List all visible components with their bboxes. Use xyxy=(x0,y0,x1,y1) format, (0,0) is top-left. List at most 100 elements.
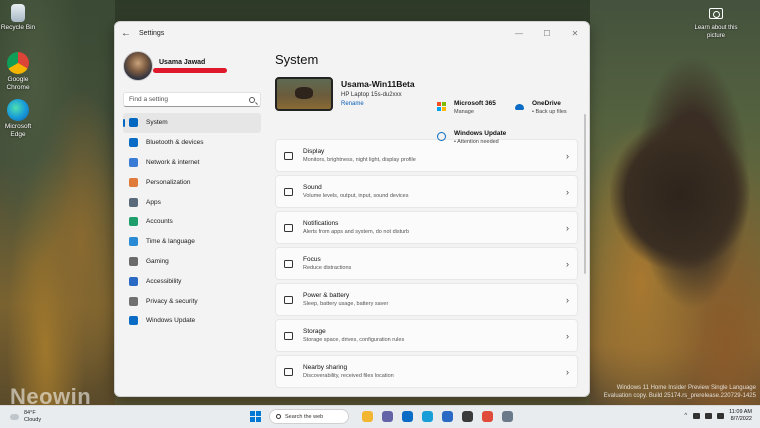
desktop-icon-edge[interactable]: Microsoft Edge xyxy=(0,99,38,139)
microsoft-365-icon xyxy=(437,102,446,111)
search-placeholder: Find a setting xyxy=(129,96,169,103)
battery-icon[interactable] xyxy=(717,413,725,419)
sidebar-item-label: Bluetooth & devices xyxy=(146,139,204,147)
chrome-icon xyxy=(7,52,29,74)
taskbar-search[interactable]: Search the web xyxy=(269,409,349,424)
sidebar-item-label: Time & language xyxy=(146,238,195,246)
desktop-icon-chrome[interactable]: Google Chrome xyxy=(0,52,38,92)
chevron-right-icon: › xyxy=(566,150,569,161)
chevron-right-icon: › xyxy=(566,366,569,377)
desktop-thumbnail[interactable] xyxy=(275,77,333,111)
settings-window: ← Settings — ☐ ✕ Usama Jawad Find a sett… xyxy=(114,21,590,397)
settings-row-notifications[interactable]: Notifications Alerts from apps and system… xyxy=(275,211,578,244)
sidebar-item-windows-update[interactable]: Windows Update xyxy=(123,311,261,331)
close-button[interactable]: ✕ xyxy=(561,29,589,38)
sidebar-item-accounts[interactable]: Accounts xyxy=(123,212,261,232)
store-icon[interactable] xyxy=(441,411,453,422)
taskbar-center: Search the web xyxy=(250,409,517,424)
row-title: Nearby sharing xyxy=(303,364,348,371)
microsoft-365-link[interactable]: Microsoft 365 Manage xyxy=(437,100,496,115)
accounts-icon xyxy=(129,217,138,227)
nearby-sharing-icon xyxy=(284,367,293,376)
sidebar-item-privacy-security[interactable]: Privacy & security xyxy=(123,291,261,311)
system-icon xyxy=(129,118,138,128)
wifi-icon[interactable] xyxy=(693,413,701,419)
learn-about-picture[interactable]: Learn about this picture xyxy=(690,8,742,40)
search-icon xyxy=(276,414,281,419)
settings-row-nearby-sharing[interactable]: Nearby sharing Discoverability, received … xyxy=(275,355,578,388)
minimize-button[interactable]: — xyxy=(505,29,533,38)
volume-icon[interactable] xyxy=(705,413,713,419)
gaming-icon xyxy=(129,256,138,266)
chrome-icon[interactable] xyxy=(481,411,493,422)
sidebar-item-network-internet[interactable]: Network & internet xyxy=(123,153,261,173)
sidebar-item-bluetooth-devices[interactable]: Bluetooth & devices xyxy=(123,133,261,153)
settings-list: Display Monitors, brightness, night light… xyxy=(275,139,578,396)
windows-update-icon xyxy=(129,316,138,326)
sidebar: Usama Jawad Find a setting System Bluetoo… xyxy=(115,44,265,396)
settings-row-focus[interactable]: Focus Reduce distractions › xyxy=(275,247,578,280)
sidebar-item-label: Accessibility xyxy=(146,277,182,285)
avatar xyxy=(123,51,153,81)
main-content: System Usama-Win11Beta HP Laptop 15s-du2… xyxy=(275,44,589,396)
system-tray: ^ 11:09 AM 8/7/2022 xyxy=(684,409,752,423)
mail-icon[interactable] xyxy=(401,411,413,422)
title-bar: ← Settings — ☐ ✕ xyxy=(115,22,589,44)
show-hidden-icons-button[interactable]: ^ xyxy=(684,413,687,419)
desktop-icon-recycle-bin[interactable]: Recycle Bin xyxy=(0,4,38,32)
windows-update-link[interactable]: Windows Update • Attention needed xyxy=(437,130,506,145)
row-subtitle: Monitors, brightness, night light, displ… xyxy=(303,157,416,163)
apps-icon xyxy=(129,197,138,207)
sidebar-item-apps[interactable]: Apps xyxy=(123,192,261,212)
chevron-right-icon: › xyxy=(566,186,569,197)
settings-icon[interactable] xyxy=(501,411,513,422)
power-battery-icon xyxy=(284,295,293,304)
rename-link[interactable]: Rename xyxy=(341,101,415,107)
network-internet-icon xyxy=(129,157,138,167)
display-icon xyxy=(284,151,293,160)
maximize-button[interactable]: ☐ xyxy=(533,29,561,38)
window-controls: — ☐ ✕ xyxy=(505,29,589,38)
sidebar-item-personalization[interactable]: Personalization xyxy=(123,172,261,192)
focus-icon xyxy=(284,259,293,268)
sidebar-item-accessibility[interactable]: Accessibility xyxy=(123,271,261,291)
sidebar-item-label: Accounts xyxy=(146,218,173,226)
clock[interactable]: 11:09 AM 8/7/2022 xyxy=(729,409,752,423)
weather-temp: 84°F xyxy=(24,410,36,416)
settings-row-power-battery[interactable]: Power & battery Sleep, battery usage, bat… xyxy=(275,283,578,316)
sidebar-item-label: Network & internet xyxy=(146,158,200,166)
row-subtitle: Alerts from apps and system, do not dist… xyxy=(303,229,410,235)
profile[interactable]: Usama Jawad xyxy=(115,44,265,82)
sidebar-item-label: Apps xyxy=(146,198,161,206)
sidebar-item-time-language[interactable]: Time & language xyxy=(123,232,261,252)
settings-row-storage[interactable]: Storage Storage space, drives, configurat… xyxy=(275,319,578,352)
scrollbar[interactable] xyxy=(584,114,586,274)
window-title: Settings xyxy=(139,29,165,37)
sidebar-item-gaming[interactable]: Gaming xyxy=(123,252,261,272)
search-input[interactable]: Find a setting xyxy=(123,92,261,107)
file-explorer-icon[interactable] xyxy=(361,411,373,422)
sound-icon xyxy=(284,187,293,196)
chevron-right-icon: › xyxy=(566,222,569,233)
row-title: Notifications xyxy=(303,220,339,227)
settings-row-sound[interactable]: Sound Volume levels, output, input, sound… xyxy=(275,175,578,208)
evaluation-text: Windows 11 Home Insider Preview Single L… xyxy=(603,385,756,399)
onedrive-link[interactable]: OneDrive • Back up files xyxy=(515,100,567,115)
notifications-icon xyxy=(284,223,293,232)
redaction-bar xyxy=(153,68,227,73)
weather-desc: Cloudy xyxy=(24,417,42,423)
chevron-right-icon: › xyxy=(566,330,569,341)
xbox-icon[interactable] xyxy=(461,411,473,422)
row-title: Focus xyxy=(303,256,321,263)
sidebar-item-label: Windows Update xyxy=(146,317,196,325)
edge-icon[interactable] xyxy=(421,411,433,422)
sidebar-item-system[interactable]: System xyxy=(123,113,261,133)
edge-icon xyxy=(7,99,29,121)
cloud-icon xyxy=(10,414,19,420)
back-button[interactable]: ← xyxy=(115,28,137,39)
settings-row-display[interactable]: Display Monitors, brightness, night light… xyxy=(275,139,578,172)
start-button[interactable] xyxy=(250,411,261,422)
weather-widget[interactable]: 84°F Cloudy xyxy=(10,410,41,424)
teams-chat-icon[interactable] xyxy=(381,411,393,422)
row-subtitle: Sleep, battery usage, battery saver xyxy=(303,301,389,307)
